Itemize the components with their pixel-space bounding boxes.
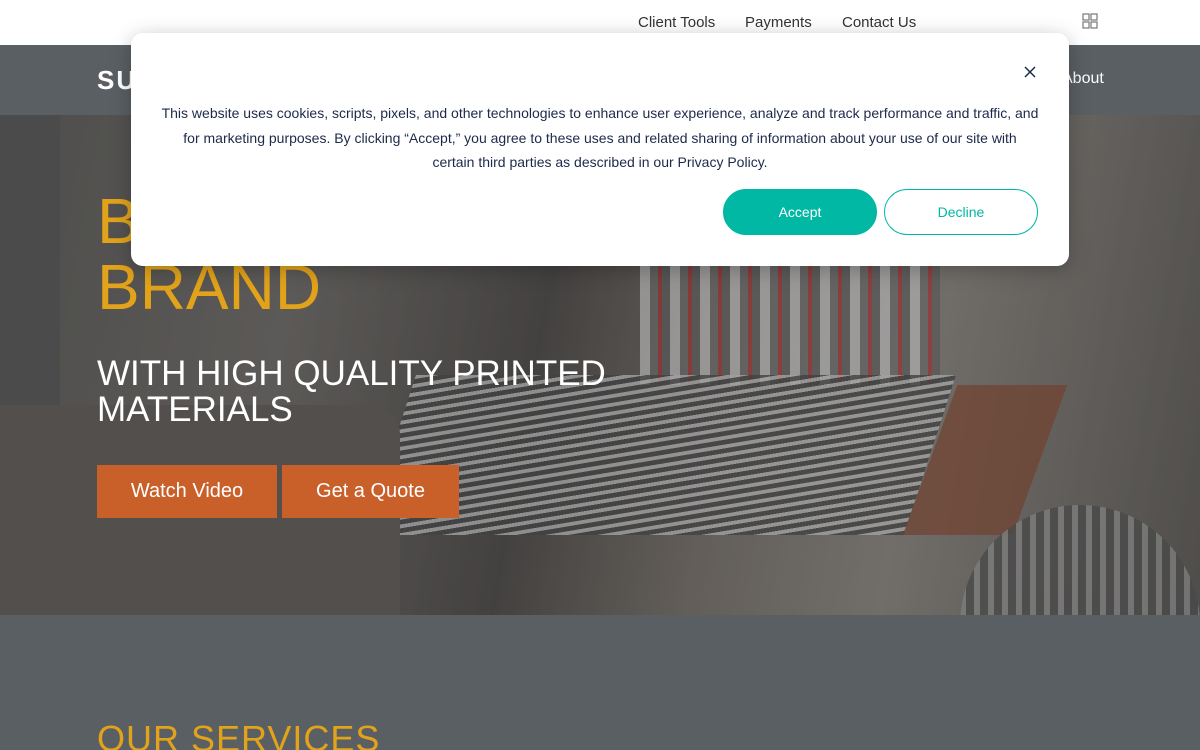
watch-video-button[interactable]: Watch Video	[97, 465, 277, 518]
close-icon[interactable]	[1022, 64, 1038, 80]
cookie-consent-text: This website uses cookies, scripts, pixe…	[161, 105, 1039, 170]
decline-button[interactable]: Decline	[884, 189, 1038, 235]
grid-icon[interactable]	[1082, 13, 1098, 29]
accept-button[interactable]: Accept	[723, 189, 877, 235]
services-heading: OUR SERVICES	[97, 718, 381, 750]
client-tools-link[interactable]: Client Tools	[638, 14, 715, 31]
payments-link[interactable]: Payments	[745, 14, 812, 31]
get-quote-button[interactable]: Get a Quote	[282, 465, 459, 518]
hero-subheadline: WITH HIGH QUALITY PRINTED MATERIALS	[97, 354, 606, 429]
services-section: OUR SERVICES	[0, 615, 1200, 750]
contact-us-link[interactable]: Contact Us	[842, 14, 916, 31]
cookie-consent-modal: This website uses cookies, scripts, pixe…	[131, 33, 1069, 266]
